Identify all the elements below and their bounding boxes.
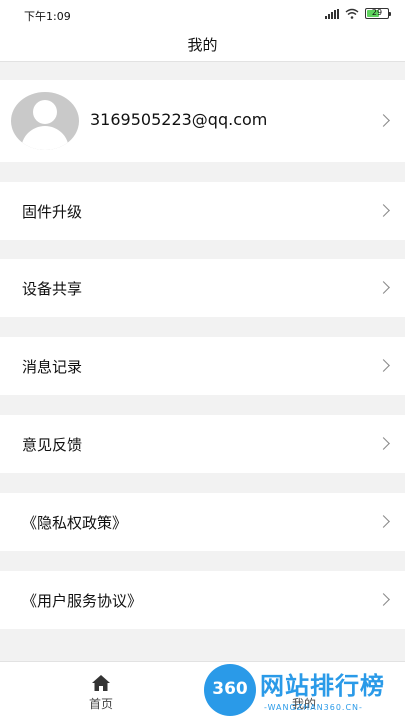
battery-level: 29 bbox=[371, 8, 383, 17]
status-icons: 29 bbox=[325, 8, 391, 19]
tab-label: 首页 bbox=[88, 697, 113, 711]
status-bar: 下午1:09 29 bbox=[0, 0, 405, 28]
menu-item-feedback[interactable]: 意见反馈 bbox=[0, 415, 405, 473]
chevron-right-icon bbox=[377, 359, 390, 372]
profile-row[interactable]: 3169505223@qq.com bbox=[0, 80, 405, 162]
menu-item-firmware-upgrade[interactable]: 固件升级 bbox=[0, 182, 405, 240]
battery-icon: 29 bbox=[365, 8, 391, 19]
home-icon bbox=[92, 675, 110, 691]
page-title: 我的 bbox=[187, 36, 218, 54]
tab-home[interactable]: 首页 bbox=[51, 662, 151, 720]
signal-icon bbox=[325, 8, 339, 19]
menu-item-label: 《用户服务协议》 bbox=[22, 592, 143, 610]
chevron-right-icon bbox=[377, 593, 390, 606]
watermark: 360 网站排行榜 -WANGZHAN360.CN- bbox=[200, 660, 405, 720]
menu-item-user-agreement[interactable]: 《用户服务协议》 bbox=[0, 571, 405, 629]
wifi-icon bbox=[345, 8, 359, 19]
avatar bbox=[11, 92, 79, 150]
menu-item-label: 设备共享 bbox=[22, 280, 83, 298]
menu-item-device-sharing[interactable]: 设备共享 bbox=[0, 259, 405, 317]
chevron-right-icon bbox=[377, 281, 390, 294]
nav-bar: 我的 bbox=[0, 28, 405, 62]
watermark-title: 网站排行榜 bbox=[260, 672, 385, 700]
watermark-badge: 360 bbox=[212, 679, 248, 699]
chevron-right-icon bbox=[377, 204, 390, 217]
profile-email: 3169505223@qq.com bbox=[90, 110, 268, 129]
status-time: 下午1:09 bbox=[24, 10, 71, 23]
menu-item-privacy-policy[interactable]: 《隐私权政策》 bbox=[0, 493, 405, 551]
chevron-right-icon bbox=[377, 114, 390, 127]
menu-item-label: 《隐私权政策》 bbox=[22, 514, 128, 532]
watermark-logo: 360 bbox=[204, 664, 256, 716]
menu-item-label: 意见反馈 bbox=[22, 436, 83, 454]
watermark-subtitle: -WANGZHAN360.CN- bbox=[264, 703, 363, 712]
chevron-right-icon bbox=[377, 437, 390, 450]
menu-item-message-log[interactable]: 消息记录 bbox=[0, 337, 405, 395]
menu-item-label: 消息记录 bbox=[22, 358, 83, 376]
menu-item-label: 固件升级 bbox=[22, 203, 83, 221]
chevron-right-icon bbox=[377, 515, 390, 528]
